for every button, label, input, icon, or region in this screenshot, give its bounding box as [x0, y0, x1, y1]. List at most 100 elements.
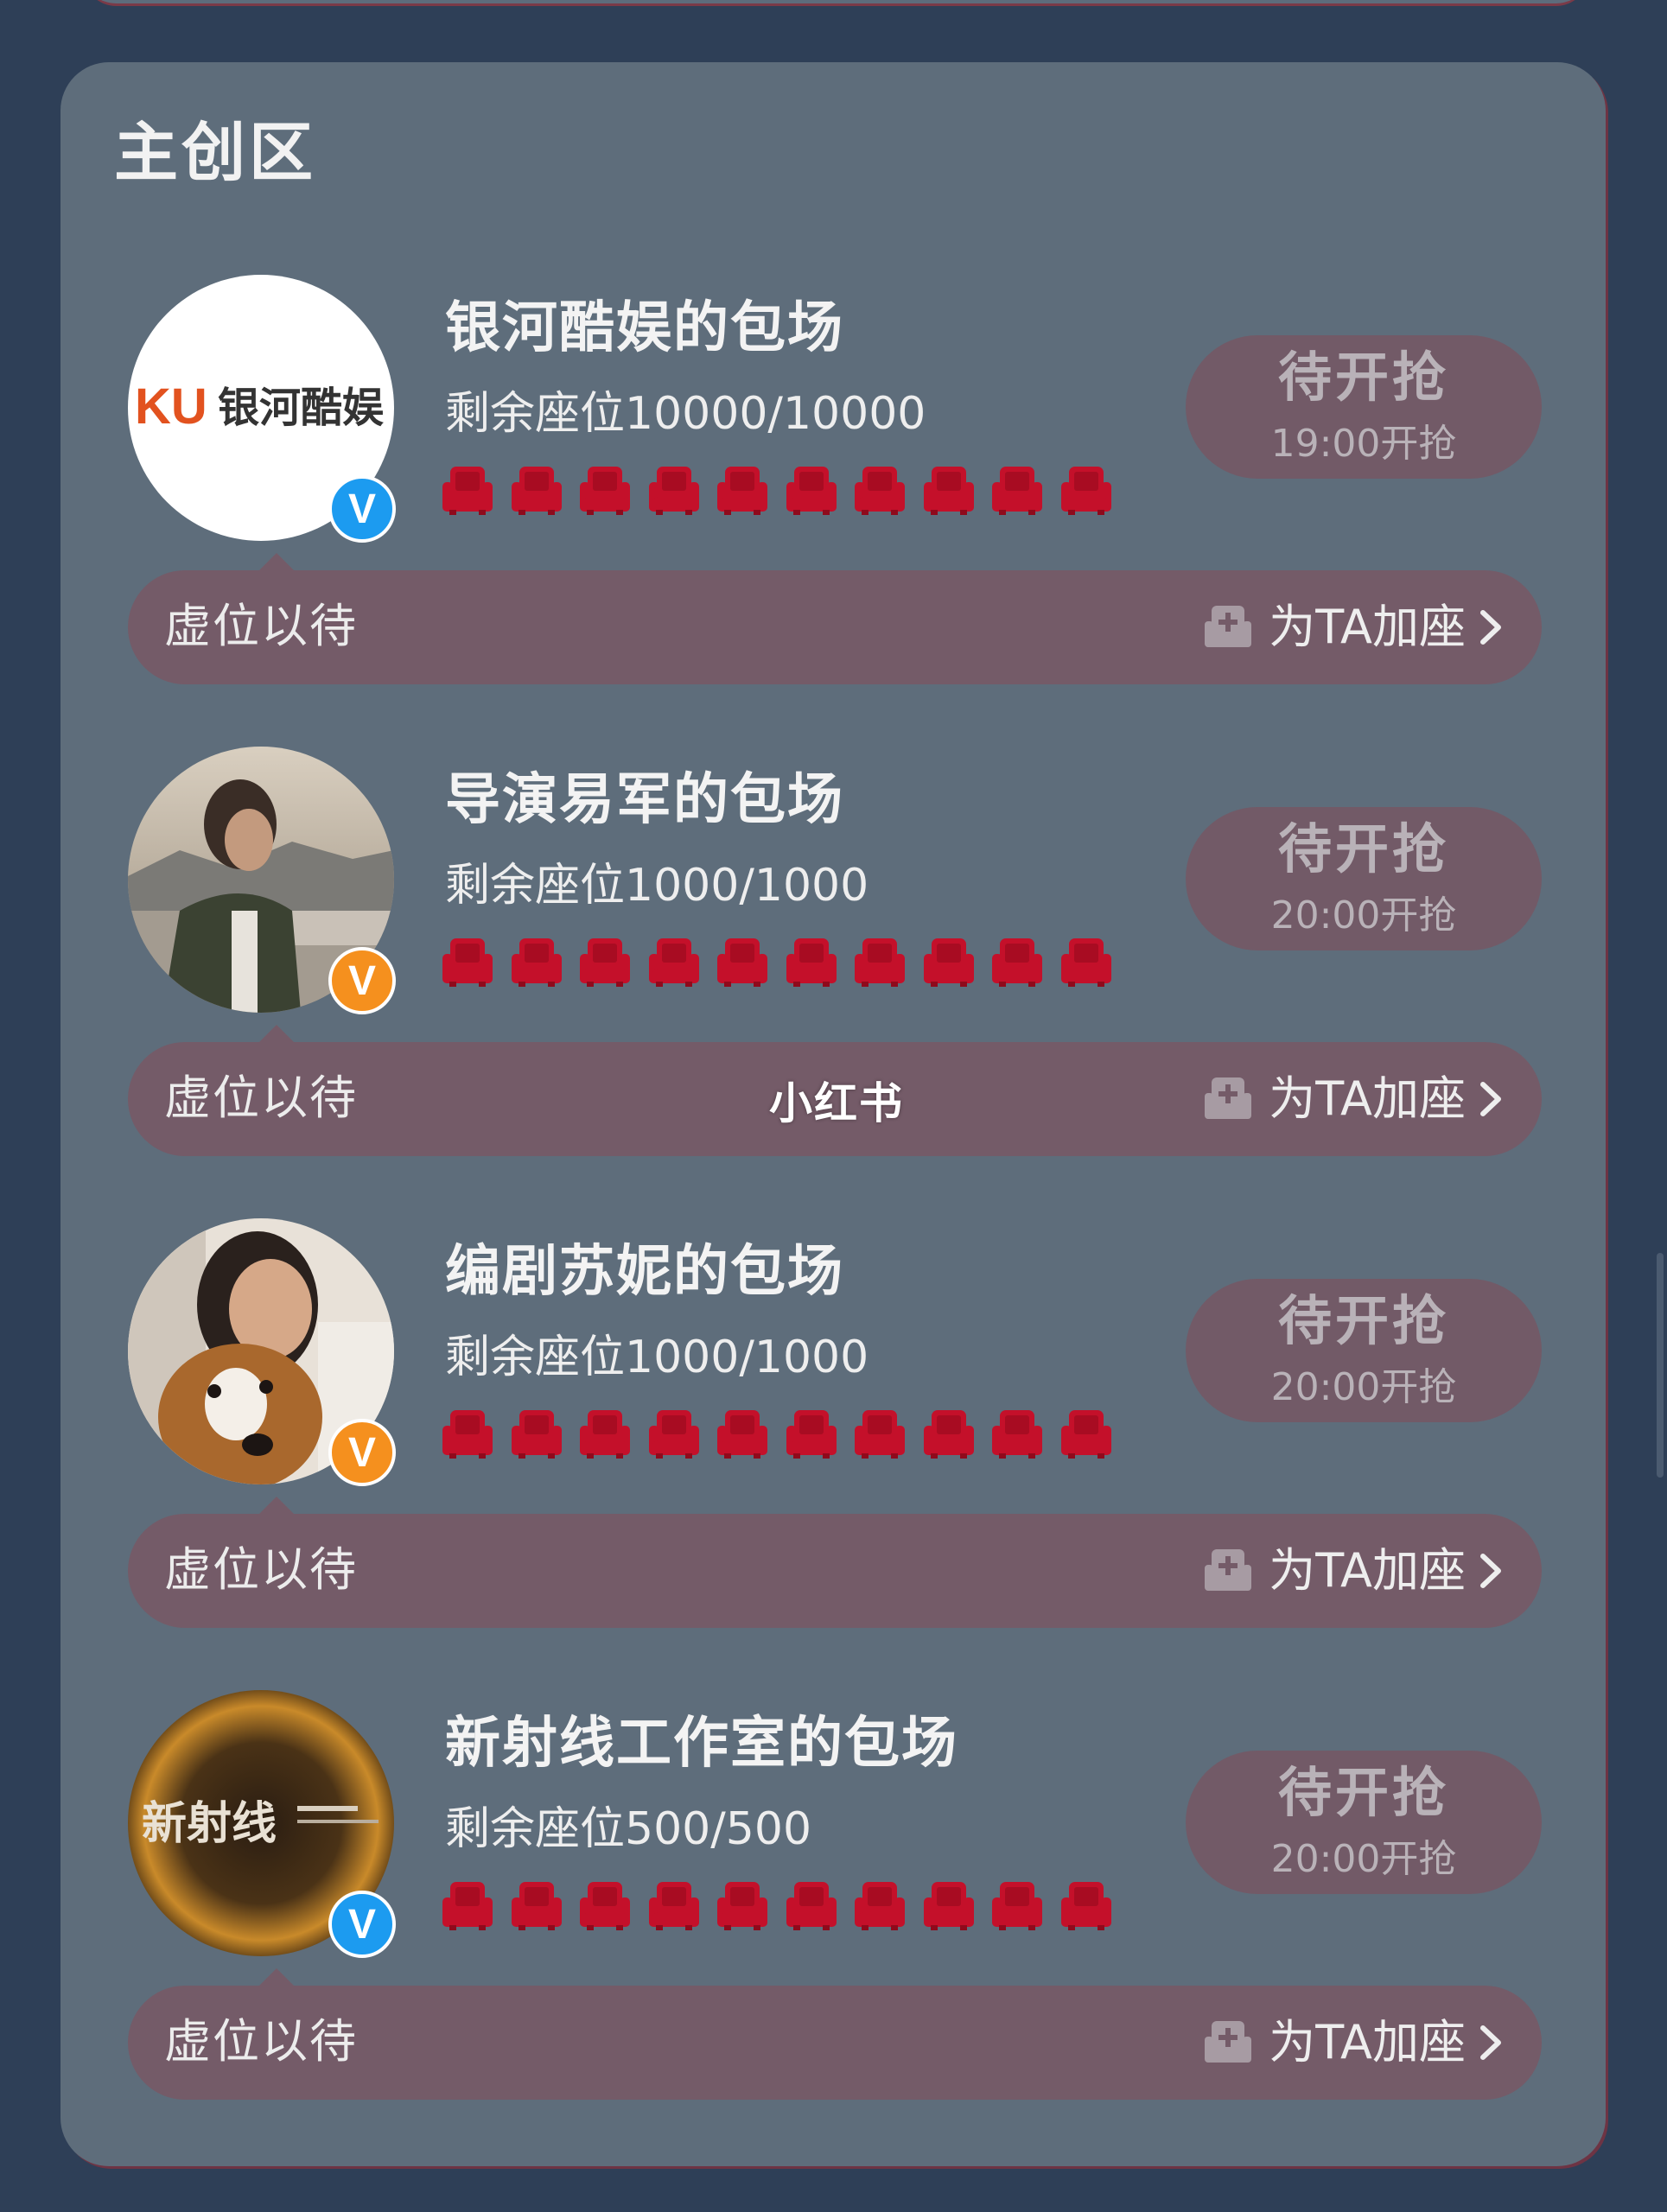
- armchair-icon: [511, 1882, 562, 1930]
- add-seat-icon: [1205, 2021, 1252, 2063]
- previous-section-edge: [82, 0, 1590, 6]
- seats-remaining: 剩余座位1000/1000: [445, 1332, 869, 1383]
- seat-row: [441, 463, 1132, 517]
- add-seat-button[interactable]: 为TA加座: [1201, 596, 1504, 658]
- armchair-icon: [648, 1882, 699, 1930]
- watermark: 小红书: [769, 1078, 904, 1128]
- grab-button[interactable]: 待开抢 20:00开抢: [1186, 807, 1542, 950]
- booking-card: 新射线 V 新射线工作室的包场 剩余座位500/500 待开抢 20:00开抢 …: [60, 1690, 1606, 2105]
- armchair-icon: [855, 1882, 905, 1930]
- chevron-right-icon: [1480, 1082, 1501, 1116]
- armchair-icon: [442, 1410, 493, 1459]
- armchair-icon: [717, 467, 767, 515]
- scrollbar[interactable]: [1657, 1253, 1664, 1478]
- armchair-icon: [923, 938, 974, 987]
- bubble-label: 虚位以待: [164, 1071, 358, 1125]
- card-title: 导演易军的包场: [445, 768, 844, 832]
- bubble-tail: [258, 553, 296, 572]
- armchair-icon: [786, 1410, 837, 1459]
- add-seat-label: 为TA加座: [1269, 2015, 1466, 2069]
- armchair-icon: [786, 1882, 837, 1930]
- chevron-right-icon: [1480, 1554, 1501, 1588]
- svg-text:新射线: 新射线: [142, 1798, 277, 1850]
- booking-card: V 编剧苏妮的包场 剩余座位1000/1000 待开抢 20:00开抢 虚位以待…: [60, 1218, 1606, 1633]
- bubble-label: 虚位以待: [164, 599, 358, 653]
- add-seat-label: 为TA加座: [1269, 1543, 1466, 1598]
- bubble-label: 虚位以待: [164, 2014, 358, 2069]
- chevron-right-icon: [1480, 610, 1501, 645]
- grab-status-label: 待开抢: [1277, 1761, 1449, 1824]
- verified-icon: V: [328, 947, 396, 1014]
- add-seat-button[interactable]: 为TA加座: [1201, 1068, 1504, 1130]
- armchair-icon: [1060, 467, 1111, 515]
- verified-icon: V: [328, 1419, 396, 1486]
- add-seat-button[interactable]: 为TA加座: [1201, 2012, 1504, 2074]
- seat-row: [441, 1878, 1132, 1932]
- grab-button[interactable]: 待开抢 19:00开抢: [1186, 335, 1542, 479]
- add-seat-button[interactable]: 为TA加座: [1201, 1540, 1504, 1602]
- add-seat-label: 为TA加座: [1269, 1071, 1466, 1126]
- bubble-tail: [258, 1025, 296, 1044]
- grab-time-label: 20:00开抢: [1270, 1365, 1457, 1409]
- grab-status-label: 待开抢: [1277, 346, 1449, 409]
- armchair-icon: [442, 467, 493, 515]
- bubble-tail: [258, 1968, 296, 1987]
- grab-button[interactable]: 待开抢 20:00开抢: [1186, 1751, 1542, 1894]
- armchair-icon: [648, 1410, 699, 1459]
- armchair-icon: [1060, 1410, 1111, 1459]
- armchair-icon: [442, 1882, 493, 1930]
- bubble-tail: [258, 1497, 296, 1516]
- armchair-icon: [511, 1410, 562, 1459]
- card-title: 编剧苏妮的包场: [445, 1240, 844, 1304]
- add-seat-icon: [1205, 1077, 1252, 1119]
- armchair-icon: [992, 1410, 1042, 1459]
- placeholder-bubble: 虚位以待 为TA加座: [128, 553, 1542, 684]
- armchair-icon: [855, 938, 905, 987]
- armchair-icon: [717, 1882, 767, 1930]
- grab-time-label: 20:00开抢: [1270, 893, 1457, 938]
- armchair-icon: [855, 1410, 905, 1459]
- armchair-icon: [923, 467, 974, 515]
- grab-time-label: 20:00开抢: [1270, 1837, 1457, 1881]
- grab-status-label: 待开抢: [1277, 1289, 1449, 1352]
- armchair-icon: [992, 1882, 1042, 1930]
- armchair-icon: [1060, 1882, 1111, 1930]
- armchair-icon: [855, 467, 905, 515]
- armchair-icon: [580, 938, 630, 987]
- add-seat-icon: [1205, 1549, 1252, 1591]
- placeholder-bubble: 虚位以待 为TA加座: [128, 1968, 1542, 2100]
- armchair-icon: [923, 1410, 974, 1459]
- section-title: 主创区: [114, 116, 316, 190]
- seats-remaining: 剩余座位10000/10000: [445, 388, 926, 440]
- armchair-icon: [648, 467, 699, 515]
- add-seat-icon: [1205, 606, 1252, 647]
- svg-text:KU: KU: [135, 378, 207, 435]
- seats-remaining: 剩余座位500/500: [445, 1803, 812, 1855]
- grab-status-label: 待开抢: [1277, 817, 1449, 880]
- verified-icon: V: [328, 475, 396, 543]
- seat-row: [441, 1407, 1132, 1460]
- armchair-icon: [580, 1882, 630, 1930]
- grab-time-label: 19:00开抢: [1270, 422, 1457, 466]
- bubble-label: 虚位以待: [164, 1542, 358, 1597]
- seat-row: [441, 935, 1132, 988]
- armchair-icon: [442, 938, 493, 987]
- armchair-icon: [648, 938, 699, 987]
- booking-card: KU 银河酷娱 V 银河酷娱的包场 剩余座位10000/10000 待开抢 19…: [60, 275, 1606, 690]
- svg-text:银河酷娱: 银河酷娱: [218, 384, 384, 432]
- armchair-icon: [580, 1410, 630, 1459]
- armchair-icon: [580, 467, 630, 515]
- armchair-icon: [992, 467, 1042, 515]
- chevron-right-icon: [1480, 2025, 1501, 2060]
- armchair-icon: [717, 938, 767, 987]
- verified-icon: V: [328, 1891, 396, 1958]
- placeholder-bubble: 虚位以待 为TA加座: [128, 1497, 1542, 1628]
- armchair-icon: [786, 467, 837, 515]
- seats-remaining: 剩余座位1000/1000: [445, 860, 869, 912]
- armchair-icon: [511, 467, 562, 515]
- armchair-icon: [786, 938, 837, 987]
- grab-button[interactable]: 待开抢 20:00开抢: [1186, 1279, 1542, 1422]
- add-seat-label: 为TA加座: [1269, 600, 1466, 654]
- card-title: 新射线工作室的包场: [445, 1712, 958, 1776]
- armchair-icon: [717, 1410, 767, 1459]
